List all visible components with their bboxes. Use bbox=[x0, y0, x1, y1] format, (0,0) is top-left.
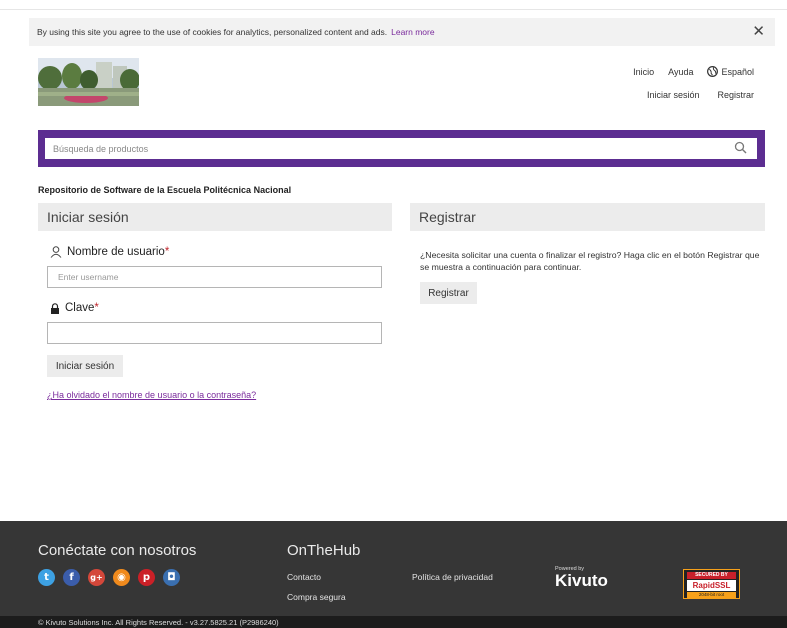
username-placeholder: Enter username bbox=[58, 272, 119, 282]
nav-registrar[interactable]: Registrar bbox=[717, 90, 754, 100]
footer-onthehub-title: OnTheHub bbox=[287, 542, 361, 559]
username-label-row: Nombre de usuario* bbox=[50, 246, 169, 258]
rapidssl-badge[interactable]: SECURED BY RapidSSL 2048-bit root bbox=[683, 569, 740, 599]
nav-ayuda[interactable]: Ayuda bbox=[668, 67, 693, 77]
compra-segura-link[interactable]: Compra segura bbox=[287, 592, 346, 602]
password-field[interactable] bbox=[47, 322, 382, 344]
user-icon bbox=[50, 246, 62, 258]
privacy-link[interactable]: Política de privacidad bbox=[412, 572, 493, 582]
login-heading: Iniciar sesión bbox=[38, 203, 392, 231]
ssl-name-text: RapidSSL bbox=[687, 580, 736, 591]
search-icon[interactable] bbox=[734, 141, 747, 154]
kivuto-logo[interactable]: Powered by Kivuto bbox=[555, 566, 608, 591]
top-border bbox=[0, 0, 787, 10]
lock-icon bbox=[51, 302, 59, 314]
rss-icon[interactable]: ◉ bbox=[113, 569, 130, 586]
close-icon[interactable]: ✕ bbox=[752, 22, 765, 40]
nav-iniciar-sesion[interactable]: Iniciar sesión bbox=[647, 90, 700, 100]
social-links: t f g+ ◉ p ◘ bbox=[38, 569, 180, 586]
password-label: Clave bbox=[65, 302, 95, 314]
footer-connect-title: Conéctate con nosotros bbox=[38, 542, 197, 559]
cookie-text: By using this site you agree to the use … bbox=[37, 27, 388, 37]
pinterest-icon[interactable]: p bbox=[138, 569, 155, 586]
language-label: Español bbox=[721, 66, 754, 77]
username-field[interactable]: Enter username bbox=[47, 266, 382, 288]
facebook-icon[interactable]: f bbox=[63, 569, 80, 586]
password-label-row: Clave* bbox=[50, 302, 99, 314]
contacto-link[interactable]: Contacto bbox=[287, 572, 321, 582]
account-nav: Iniciar sesión Registrar bbox=[647, 90, 754, 100]
google-plus-icon[interactable]: g+ bbox=[88, 569, 105, 586]
forgot-credentials-link[interactable]: ¿Ha olvidado el nombre de usuario o la c… bbox=[47, 390, 256, 400]
footer: Conéctate con nosotros t f g+ ◉ p ◘ OnTh… bbox=[0, 521, 787, 616]
search-input[interactable]: Búsqueda de productos bbox=[45, 138, 757, 159]
copyright-bar: © Kivuto Solutions Inc. All Rights Reser… bbox=[0, 616, 787, 628]
site-logo[interactable] bbox=[38, 58, 139, 106]
learn-more-link[interactable]: Learn more bbox=[391, 27, 434, 37]
required-mark: * bbox=[164, 246, 170, 258]
nav-inicio[interactable]: Inicio bbox=[633, 67, 654, 77]
cookie-banner: By using this site you agree to the use … bbox=[29, 18, 775, 46]
search-placeholder: Búsqueda de productos bbox=[53, 143, 149, 154]
twitter-icon[interactable]: t bbox=[38, 569, 55, 586]
ssl-root-text: 2048-bit root bbox=[687, 592, 736, 598]
globe-icon bbox=[707, 66, 719, 77]
login-button[interactable]: Iniciar sesión bbox=[47, 355, 123, 377]
search-band: Búsqueda de productos bbox=[38, 130, 765, 167]
register-heading: Registrar bbox=[410, 203, 765, 231]
repository-title: Repositorio de Software de la Escuela Po… bbox=[38, 185, 292, 195]
register-description: ¿Necesita solicitar una cuenta o finaliz… bbox=[420, 250, 760, 272]
language-selector[interactable]: Español bbox=[707, 66, 754, 77]
required-mark: * bbox=[94, 302, 99, 314]
kivuto-wordmark: Kivuto bbox=[555, 571, 608, 590]
top-nav: Inicio Ayuda Español bbox=[633, 66, 754, 77]
username-label: Nombre de usuario bbox=[67, 246, 165, 258]
register-button[interactable]: Registrar bbox=[420, 282, 477, 304]
instagram-icon[interactable]: ◘ bbox=[163, 569, 180, 586]
ssl-secured-text: SECURED BY bbox=[687, 572, 736, 579]
